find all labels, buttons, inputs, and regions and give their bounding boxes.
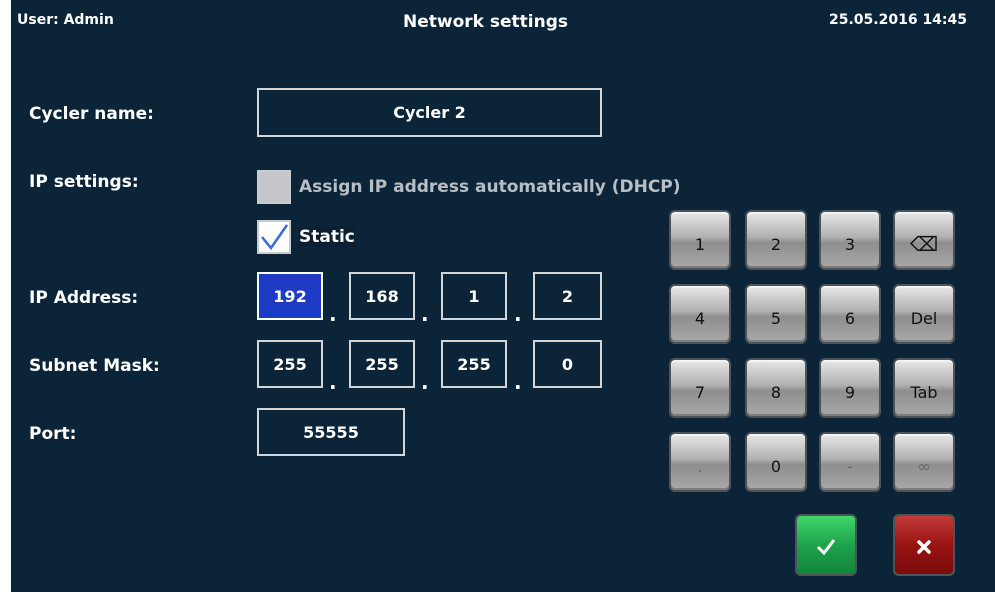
cancel-button[interactable] bbox=[893, 514, 955, 576]
checkmark-icon bbox=[261, 224, 289, 251]
key-0[interactable]: 0 bbox=[745, 432, 807, 492]
ip-address-label: IP Address: bbox=[29, 288, 139, 308]
network-settings-screen: User: Admin Network settings 25.05.2016 … bbox=[11, 0, 995, 592]
delete-key[interactable]: Del bbox=[893, 284, 955, 344]
page-title: Network settings bbox=[403, 12, 568, 32]
static-label: Static bbox=[299, 227, 355, 247]
key-infinity[interactable]: ∞ bbox=[893, 432, 955, 492]
ip-separator: . bbox=[514, 302, 522, 326]
ip-separator: . bbox=[329, 302, 337, 326]
tab-key[interactable]: Tab bbox=[893, 358, 955, 418]
key-9[interactable]: 9 bbox=[819, 358, 881, 418]
port-field[interactable]: 55555 bbox=[257, 408, 405, 456]
key-8[interactable]: 8 bbox=[745, 358, 807, 418]
accept-button[interactable] bbox=[795, 514, 857, 576]
dhcp-checkbox[interactable] bbox=[257, 170, 291, 204]
key-6[interactable]: 6 bbox=[819, 284, 881, 344]
dhcp-label: Assign IP address automatically (DHCP) bbox=[299, 177, 681, 197]
subnet-separator: . bbox=[421, 370, 429, 394]
subnet-octet-3[interactable]: 255 bbox=[441, 340, 507, 388]
key-3[interactable]: 3 bbox=[819, 210, 881, 270]
static-checkbox[interactable] bbox=[257, 220, 291, 254]
ip-octet-1[interactable]: 192 bbox=[257, 272, 323, 320]
datetime: 25.05.2016 14:45 bbox=[829, 12, 968, 28]
key-dot[interactable]: . bbox=[669, 432, 731, 492]
key-5[interactable]: 5 bbox=[745, 284, 807, 344]
subnet-octet-1[interactable]: 255 bbox=[257, 340, 323, 388]
port-label: Port: bbox=[29, 424, 77, 444]
ip-octet-4[interactable]: 2 bbox=[533, 272, 602, 320]
key-2[interactable]: 2 bbox=[745, 210, 807, 270]
current-user: User: Admin bbox=[17, 12, 114, 28]
subnet-separator: . bbox=[329, 370, 337, 394]
ip-octet-2[interactable]: 168 bbox=[349, 272, 415, 320]
backspace-icon: ⌫ bbox=[909, 232, 939, 256]
check-icon bbox=[816, 539, 836, 556]
key-4[interactable]: 4 bbox=[669, 284, 731, 344]
key-minus[interactable]: - bbox=[819, 432, 881, 492]
ip-settings-label: IP settings: bbox=[29, 172, 139, 192]
backspace-key[interactable]: ⌫ bbox=[893, 210, 955, 270]
subnet-mask-label: Subnet Mask: bbox=[29, 356, 160, 376]
ip-octet-3[interactable]: 1 bbox=[441, 272, 507, 320]
close-icon bbox=[917, 540, 931, 554]
key-7[interactable]: 7 bbox=[669, 358, 731, 418]
subnet-octet-4[interactable]: 0 bbox=[533, 340, 602, 388]
subnet-octet-2[interactable]: 255 bbox=[349, 340, 415, 388]
cycler-name-label: Cycler name: bbox=[29, 104, 154, 124]
ip-separator: . bbox=[421, 302, 429, 326]
subnet-separator: . bbox=[514, 370, 522, 394]
cycler-name-field[interactable]: Cycler 2 bbox=[257, 88, 602, 137]
key-1[interactable]: 1 bbox=[669, 210, 731, 270]
